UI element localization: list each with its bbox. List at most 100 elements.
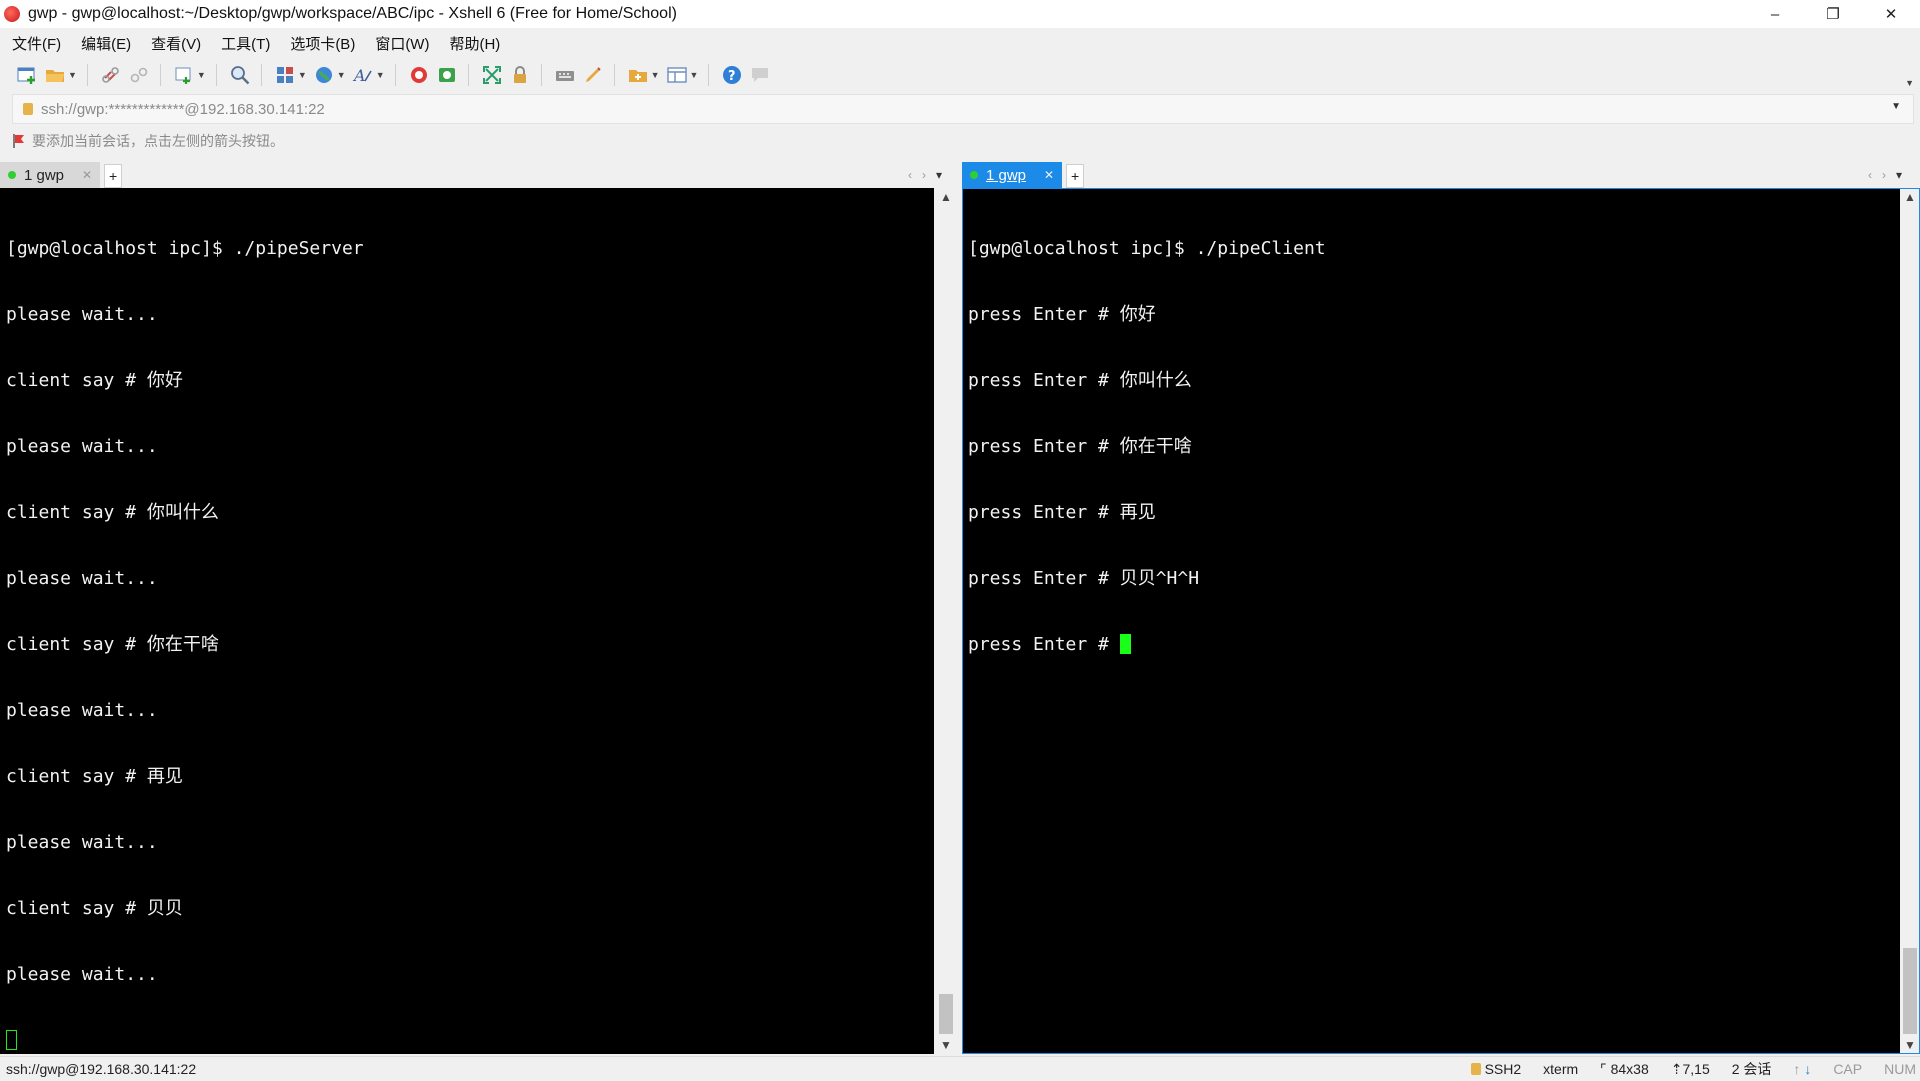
xftp-icon (410, 67, 427, 83)
xshell-app-icon[interactable] (4, 6, 20, 22)
menu-tab[interactable]: 选项卡(B) (278, 33, 363, 54)
toolbar-separator (260, 64, 262, 86)
address-value[interactable]: ssh://gwp:*************@192.168.30.141:2… (41, 101, 325, 118)
terminal-cursor-line (6, 1030, 908, 1053)
terminal-cursor (1119, 634, 1131, 654)
globe-button[interactable]: ▼ (313, 62, 346, 88)
right-terminal[interactable]: [gwp@localhost ipc]$ ./pipeClient press … (962, 188, 1900, 1054)
chevron-down-icon[interactable]: ▼ (376, 70, 385, 80)
status-num: NUM (1884, 1061, 1916, 1077)
toolbar-separator (540, 64, 542, 86)
chevron-down-icon[interactable]: ▼ (337, 70, 346, 80)
fullscreen-button[interactable] (481, 62, 503, 88)
chevron-down-icon[interactable]: ▼ (197, 70, 206, 80)
disconnect-button[interactable] (128, 62, 150, 88)
status-bar: ssh://gwp@192.168.30.141:22 SSH2 xterm ⌜… (0, 1056, 1920, 1081)
left-terminal[interactable]: [gwp@localhost ipc]$ ./pipeServer please… (0, 188, 934, 1054)
scrollbar-thumb[interactable] (939, 994, 953, 1034)
terminal-line: press Enter # 你叫什么 (968, 370, 1192, 391)
chevron-right-icon[interactable]: › (1882, 168, 1886, 182)
terminal-line: [gwp@localhost ipc]$ ./pipeClient (968, 238, 1326, 259)
scroll-up-icon[interactable]: ▲ (1900, 188, 1920, 206)
tab-right-session[interactable]: 1 gwp ✕ (962, 162, 1063, 188)
help-button[interactable]: ? (721, 62, 743, 88)
terminal-prompt: press Enter # (968, 634, 1120, 655)
open-session-button[interactable]: ▼ (44, 62, 77, 88)
tab-left-session[interactable]: 1 gwp ✕ (0, 162, 101, 188)
minimize-button[interactable]: – (1746, 0, 1804, 28)
lock-button[interactable] (509, 62, 531, 88)
toolbar-separator (613, 64, 615, 86)
status-terminal: xterm (1543, 1061, 1579, 1077)
left-tab-nav: ‹ › ▾ (908, 162, 942, 188)
font-button[interactable]: A ▼ (352, 62, 385, 88)
scroll-down-icon[interactable]: ▼ (936, 1036, 956, 1054)
menu-view[interactable]: 查看(V) (139, 33, 209, 54)
left-terminal-scrollbar[interactable]: ▲ ▼ (936, 188, 956, 1054)
keyboard-button[interactable] (554, 62, 576, 88)
right-terminal-scrollbar[interactable]: ▲ ▼ (1900, 188, 1920, 1054)
terminal-line: please wait... (6, 700, 158, 721)
menu-window[interactable]: 窗口(W) (363, 33, 437, 54)
chevron-down-icon[interactable]: ▼ (1891, 101, 1901, 112)
terminal-line: please wait... (6, 436, 158, 457)
help-icon: ? (723, 66, 742, 84)
transfer-button[interactable]: ▼ (173, 62, 206, 88)
chevron-down-icon[interactable]: ▼ (68, 70, 77, 80)
toolbar-overflow-icon[interactable]: ▼ (1905, 78, 1914, 88)
menu-file[interactable]: 文件(F) (0, 33, 69, 54)
scrollbar-thumb[interactable] (1903, 948, 1917, 1034)
bookmark-flag-icon[interactable] (12, 133, 26, 149)
menu-help[interactable]: 帮助(H) (437, 33, 508, 54)
scroll-down-icon[interactable]: ▼ (1900, 1036, 1920, 1054)
chevron-right-icon[interactable]: › (922, 168, 926, 182)
chevron-down-icon[interactable]: ▾ (936, 168, 942, 182)
chevron-down-icon[interactable]: ▼ (690, 70, 699, 80)
status-size: 84x38 (1610, 1060, 1649, 1077)
chat-button[interactable] (749, 62, 771, 88)
xftp-button[interactable] (408, 62, 430, 88)
add-tab-button[interactable]: + (104, 164, 123, 188)
right-terminal-output: [gwp@localhost ipc]$ ./pipeClient press … (968, 194, 1874, 700)
tile-button[interactable]: ▼ (666, 62, 699, 88)
toolbar: ▼ ▼ ▼ ▼ A ▼ ▼ ▼ ? ▼ (0, 58, 1920, 92)
chevron-left-icon[interactable]: ‹ (908, 168, 912, 182)
address-bar[interactable]: ssh://gwp:*************@192.168.30.141:2… (12, 94, 1914, 124)
right-tab-strip: 1 gwp ✕ + (962, 162, 1085, 188)
close-button[interactable]: ✕ (1862, 0, 1920, 28)
new-session-button[interactable] (16, 62, 38, 88)
menu-edit[interactable]: 编辑(E) (69, 33, 139, 54)
close-icon[interactable]: ✕ (82, 168, 92, 182)
status-protocol-item: SSH2 (1470, 1061, 1521, 1077)
xagent-button[interactable] (436, 62, 458, 88)
chevron-down-icon[interactable]: ▾ (1896, 168, 1902, 182)
status-sessions: 2 会话 (1731, 1061, 1772, 1077)
cursor-position-icon: ⇡ (1670, 1060, 1683, 1077)
terminal-line: press Enter # 你在干啥 (968, 436, 1192, 457)
menu-tools[interactable]: 工具(T) (209, 33, 278, 54)
restore-button[interactable]: ❐ (1804, 0, 1862, 28)
fullscreen-icon (482, 66, 501, 84)
terminal-line: client say # 你叫什么 (6, 502, 219, 523)
pane-splitter[interactable] (954, 162, 962, 1054)
terminal-prompt-line: press Enter # (968, 634, 1874, 656)
layout-button[interactable]: ▼ (274, 62, 307, 88)
close-icon[interactable]: ✕ (1044, 168, 1054, 182)
scroll-up-icon[interactable]: ▲ (936, 188, 956, 206)
status-transfer-item: ↑ ↓ (1793, 1061, 1811, 1077)
new-tab-group-button[interactable]: ▼ (627, 62, 660, 88)
terminal-line: client say # 你好 (6, 370, 183, 391)
find-button[interactable] (229, 62, 251, 88)
reconnect-icon (102, 67, 119, 83)
window-controls: – ❐ ✕ (1746, 0, 1920, 28)
chevron-down-icon[interactable]: ▼ (651, 70, 660, 80)
chevron-left-icon[interactable]: ‹ (1868, 168, 1872, 182)
svg-text:?: ? (728, 69, 736, 84)
xagent-icon (438, 68, 455, 82)
compose-button[interactable] (582, 62, 604, 88)
chevron-down-icon[interactable]: ▼ (298, 70, 307, 80)
add-tab-button[interactable]: + (1066, 164, 1085, 188)
folder-add-icon (628, 70, 647, 82)
toolbar-separator (86, 64, 88, 86)
reconnect-button[interactable] (100, 62, 122, 88)
